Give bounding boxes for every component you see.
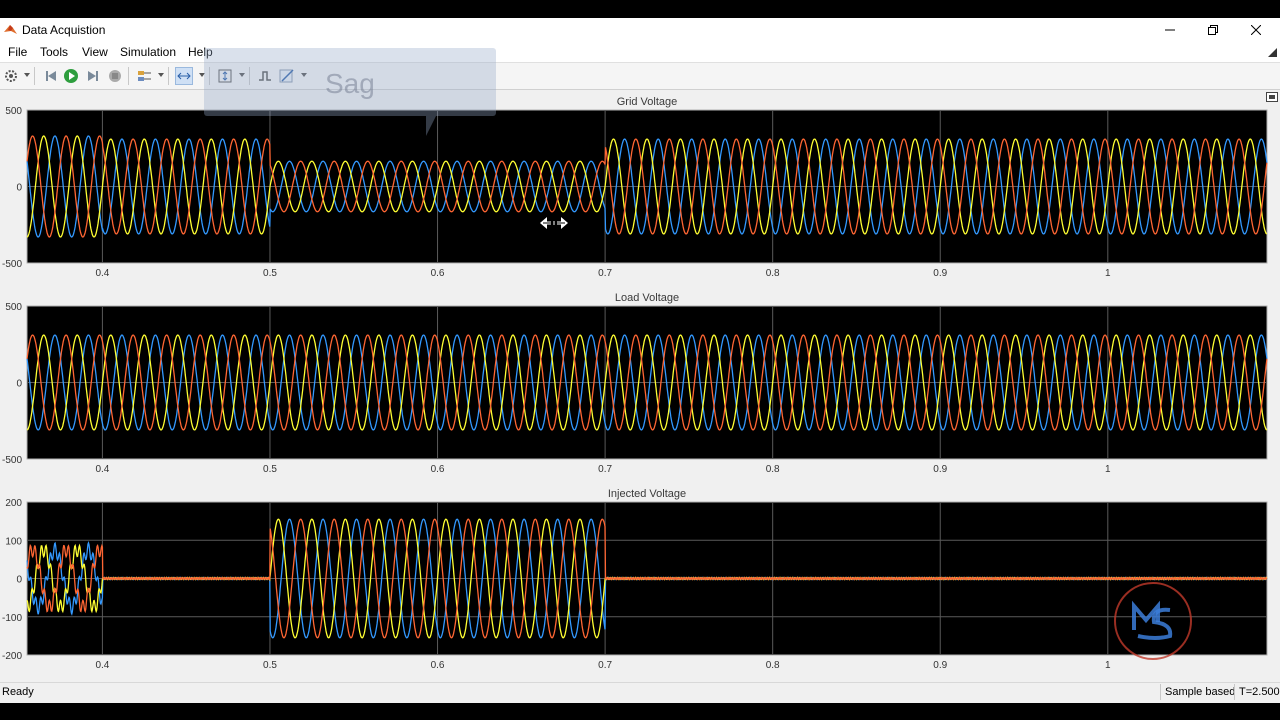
menu-file[interactable]: File xyxy=(8,45,27,59)
restore-button[interactable] xyxy=(1193,18,1233,42)
signal-selector-button[interactable] xyxy=(136,67,154,85)
step-forward-icon xyxy=(88,71,98,81)
toolbar-separator xyxy=(34,67,35,85)
sample-mode-indicator: Sample based xyxy=(1160,684,1239,700)
run-icon xyxy=(64,69,78,83)
menu-bar: File Tools View Simulation Help xyxy=(0,42,1280,63)
simulation-time: T=2.500 xyxy=(1234,684,1280,700)
toolbar-separator xyxy=(168,67,169,85)
y-tick-label: -100 xyxy=(2,613,22,624)
restore-icon xyxy=(1208,25,1218,35)
menu-tools[interactable]: Tools xyxy=(40,45,68,59)
app-window: Data Acquistion File Tools View Simulati… xyxy=(0,18,1280,703)
plot-title: Injected Voltage xyxy=(608,488,686,500)
x-tick-label: 1 xyxy=(1105,268,1111,279)
x-tick-label: 0.4 xyxy=(95,268,109,279)
x-tick-label: 0.5 xyxy=(263,464,277,475)
zoom-button[interactable] xyxy=(175,67,193,85)
undock-icon[interactable] xyxy=(1266,92,1278,102)
menu-simulation[interactable]: Simulation xyxy=(120,45,176,59)
y-tick-label: 200 xyxy=(5,498,22,509)
x-tick-label: 0.8 xyxy=(766,268,780,279)
plot-title: Load Voltage xyxy=(615,292,679,304)
scope-panel: Injected Voltage 0.4 0.5 0.6 0.7 0.8 0.9 1 -200 -… xyxy=(2,488,1268,671)
x-tick-label: 0.6 xyxy=(431,268,445,279)
signal-selector-icon xyxy=(138,71,151,81)
status-text: Ready xyxy=(2,686,34,698)
toolbar-separator xyxy=(128,67,129,85)
signal-selector-dropdown-icon[interactable] xyxy=(158,73,164,77)
settings-dropdown-icon[interactable] xyxy=(24,73,30,77)
y-tick-label: -500 xyxy=(2,455,22,466)
x-tick-label: 0.7 xyxy=(598,268,612,279)
x-tick-label: 0.7 xyxy=(598,464,612,475)
resize-cursor-icon xyxy=(540,217,568,229)
y-tick-label: 500 xyxy=(5,106,22,117)
y-tick-label: -500 xyxy=(2,259,22,270)
x-tick-label: 0.7 xyxy=(598,660,612,671)
scope-display: Grid Voltage0.4 0.5 0.6 0.7 0.8 0.9 1-5000500L… xyxy=(2,96,1268,671)
run-button[interactable] xyxy=(62,67,80,85)
x-tick-label: 0.5 xyxy=(263,268,277,279)
menu-view[interactable]: View xyxy=(82,45,108,59)
x-tick-label: 0.9 xyxy=(933,464,947,475)
gear-icon xyxy=(5,70,17,82)
x-tick-label: 1 xyxy=(1105,464,1111,475)
x-tick-label: 0.4 xyxy=(95,660,109,671)
step-back-button[interactable] xyxy=(42,67,60,85)
x-tick-label: 1 xyxy=(1105,660,1111,671)
minimize-icon xyxy=(1165,29,1175,31)
x-tick-label: 0.9 xyxy=(933,660,947,671)
plot-title: Grid Voltage xyxy=(617,96,678,108)
title-bar: Data Acquistion xyxy=(0,18,1280,42)
toolbar xyxy=(0,63,1280,90)
expand-icon[interactable] xyxy=(1268,48,1277,57)
status-bar: Ready Sample based T=2.500 xyxy=(0,682,1280,703)
x-tick-label: 0.5 xyxy=(263,660,277,671)
y-tick-label: 0 xyxy=(16,575,22,586)
step-forward-button[interactable] xyxy=(84,67,102,85)
x-tick-label: 0.8 xyxy=(766,660,780,671)
x-tick-label: 0.6 xyxy=(431,660,445,671)
y-tick-label: 100 xyxy=(5,536,22,547)
matlab-icon xyxy=(4,25,17,34)
settings-button[interactable] xyxy=(2,67,20,85)
y-tick-label: 0 xyxy=(16,183,22,194)
watermark-logo xyxy=(1114,582,1192,660)
sag-annotation-tail xyxy=(426,116,436,136)
scope-plot-area: Grid Voltage 0.4 0.5 0.6 0.7 0.8 0.9 1 -500 0 500 L… xyxy=(0,90,1280,680)
scope-panel: Grid Voltage 0.4 0.5 0.6 0.7 0.8 0.9 1 -500 0 500 xyxy=(2,96,1268,279)
close-icon xyxy=(1251,25,1261,35)
stop-icon xyxy=(109,70,121,82)
zoom-x-icon xyxy=(177,72,191,80)
y-tick-label: 500 xyxy=(5,302,22,313)
minimize-button[interactable] xyxy=(1150,18,1190,42)
window-title: Data Acquistion xyxy=(22,23,106,37)
y-tick-label: 0 xyxy=(16,379,22,390)
sag-annotation-label: Sag xyxy=(325,68,375,99)
scope-panel: Load Voltage 0.4 0.5 0.6 0.7 0.8 0.9 1 -500 0 500 xyxy=(2,292,1268,475)
x-tick-label: 0.9 xyxy=(933,268,947,279)
y-tick-label: -200 xyxy=(2,651,22,662)
x-tick-label: 0.6 xyxy=(431,464,445,475)
stop-button[interactable] xyxy=(106,67,124,85)
x-tick-label: 0.8 xyxy=(766,464,780,475)
close-button[interactable] xyxy=(1236,18,1276,42)
x-tick-label: 0.4 xyxy=(95,464,109,475)
step-back-icon xyxy=(46,71,56,81)
